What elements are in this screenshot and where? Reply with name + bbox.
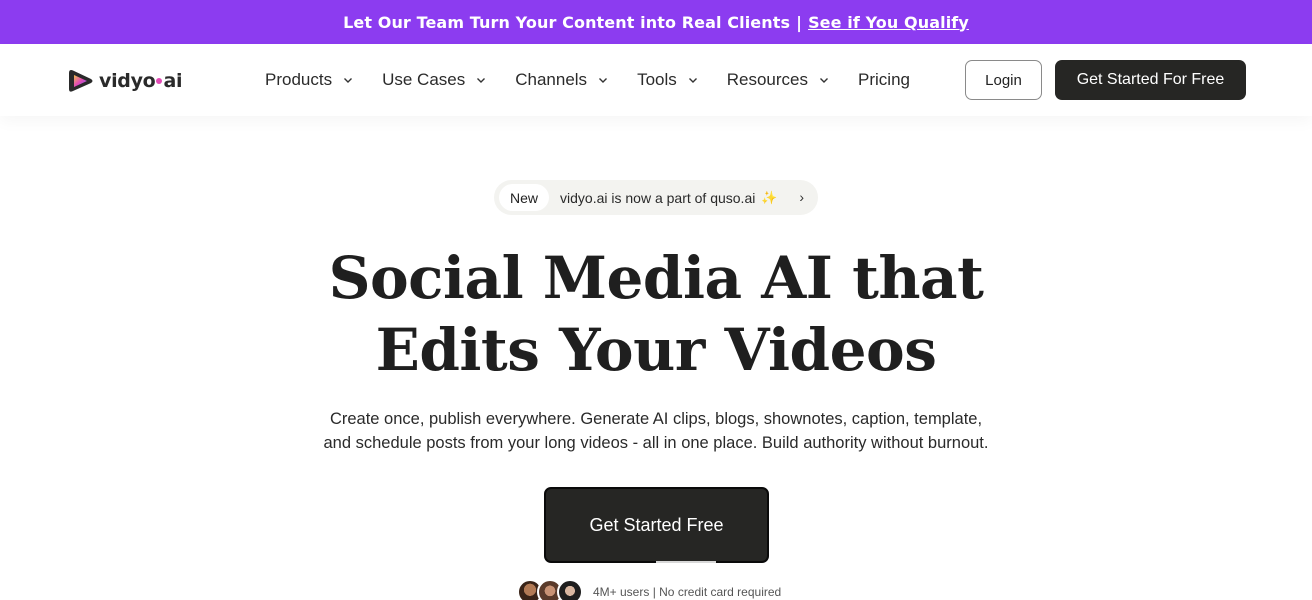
menu-item-use-cases[interactable]: Use Cases bbox=[382, 70, 487, 90]
chevron-down-icon bbox=[599, 78, 608, 83]
user-avatars bbox=[517, 579, 583, 600]
new-tag: New bbox=[499, 184, 550, 211]
chevron-down-icon bbox=[344, 78, 353, 83]
logo-wordmark: vidyo ai bbox=[99, 70, 183, 92]
social-proof: 4M+ users | No credit card required bbox=[517, 579, 781, 600]
menu-item-pricing[interactable]: Pricing bbox=[858, 70, 910, 90]
top-navigation: vidyo ai Products Use Cases Channels Tool… bbox=[0, 44, 1312, 116]
login-button[interactable]: Login bbox=[965, 60, 1042, 100]
hero-subheadline: Create once, publish everywhere. Generat… bbox=[323, 410, 989, 452]
promo-separator: | bbox=[796, 12, 803, 32]
logo-play-icon bbox=[69, 70, 93, 92]
logo[interactable]: vidyo ai bbox=[66, 66, 182, 96]
qualify-link[interactable]: See if You Qualify bbox=[808, 13, 969, 32]
promo-text: Let Our Team Turn Your Content into Real… bbox=[343, 12, 791, 32]
menu-item-resources[interactable]: Resources bbox=[727, 70, 830, 90]
chevron-right-icon: › bbox=[799, 189, 804, 205]
social-proof-text: 4M+ users | No credit card required bbox=[593, 585, 782, 599]
menu-item-products[interactable]: Products bbox=[265, 70, 354, 90]
announcement-badge[interactable]: New vidyo.ai is now a part of quso.ai ✨ … bbox=[494, 180, 818, 215]
main-menu: Products Use Cases Channels Tools Resour… bbox=[265, 44, 938, 116]
hero-headline: Social Media AI that Edits Your Videos bbox=[328, 244, 984, 384]
menu-item-tools[interactable]: Tools bbox=[637, 70, 699, 90]
get-started-for-free-button[interactable]: Get Started For Free bbox=[1055, 60, 1246, 100]
sparkle-icon: ✨ bbox=[761, 189, 778, 205]
menu-item-channels[interactable]: Channels bbox=[515, 70, 609, 90]
promo-banner: Let Our Team Turn Your Content into Real… bbox=[0, 0, 1312, 44]
announcement-text: vidyo.ai is now a part of quso.ai bbox=[560, 189, 756, 206]
chevron-down-icon bbox=[820, 78, 829, 83]
get-started-free-button[interactable]: Get Started Free bbox=[544, 487, 769, 563]
chevron-down-icon bbox=[477, 78, 486, 83]
chevron-down-icon bbox=[688, 78, 697, 83]
avatar bbox=[557, 579, 583, 600]
button-highlight bbox=[656, 561, 716, 563]
hero-section: New vidyo.ai is now a part of quso.ai ✨ … bbox=[0, 116, 1312, 600]
